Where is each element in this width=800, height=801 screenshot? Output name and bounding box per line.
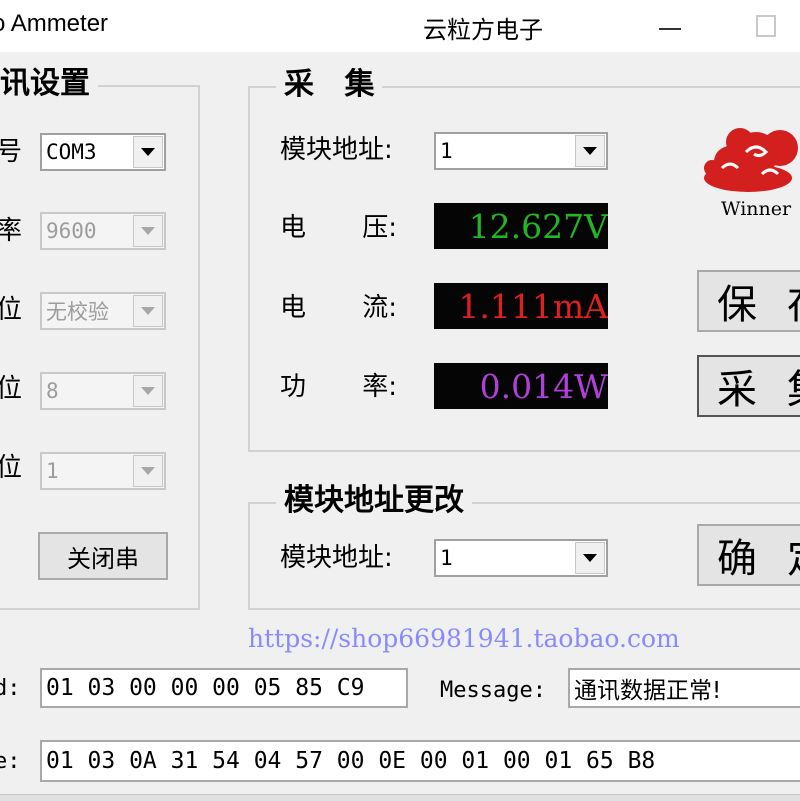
- message-label: Message:: [440, 678, 546, 703]
- collect-title: 采 集: [276, 67, 383, 103]
- baud-label: 率: [0, 216, 23, 246]
- logo-text: Winner: [721, 198, 792, 220]
- command-label: d:: [0, 676, 21, 701]
- stop-bits-value: 1: [46, 459, 59, 483]
- chevron-down-icon[interactable]: [133, 455, 163, 487]
- current-label: 电 流:: [280, 293, 398, 323]
- power-label: 功 率:: [280, 372, 398, 402]
- save-button[interactable]: 保存: [697, 270, 800, 332]
- parity-value: 无校验: [46, 300, 109, 324]
- voltage-value: 12.627V: [468, 206, 608, 246]
- data-bits-label: 位: [0, 374, 23, 404]
- confirm-button[interactable]: 确定: [697, 524, 800, 586]
- new-address-value: 1: [440, 546, 453, 570]
- power-display: 0.014W: [434, 363, 608, 409]
- close-port-button[interactable]: 关闭串: [38, 532, 168, 580]
- port-label: 号: [0, 137, 23, 167]
- collect-address-value: 1: [440, 139, 453, 163]
- chevron-down-icon[interactable]: [133, 375, 163, 407]
- port-select[interactable]: COM3: [40, 133, 166, 171]
- chevron-down-icon[interactable]: [575, 542, 605, 574]
- baud-value: 9600: [46, 219, 97, 243]
- new-address-select[interactable]: 1: [434, 539, 608, 577]
- window-title: o Ammeter: [0, 10, 109, 37]
- collect-address-select[interactable]: 1: [434, 132, 608, 170]
- response-field[interactable]: 01 03 0A 31 54 04 57 00 0E 00 01 00 01 6…: [40, 740, 800, 782]
- stop-bits-label: 位: [0, 453, 23, 483]
- parity-label: 位: [0, 295, 23, 325]
- new-address-label: 模块地址:: [280, 543, 393, 573]
- current-display: 1.111mA: [434, 283, 608, 329]
- collect-button[interactable]: 采集: [697, 355, 800, 417]
- current-value: 1.111mA: [458, 286, 608, 326]
- minimize-icon[interactable]: [655, 12, 685, 42]
- baud-select[interactable]: 9600: [40, 212, 166, 250]
- chevron-down-icon[interactable]: [133, 136, 163, 168]
- stop-bits-select[interactable]: 1: [40, 452, 166, 490]
- chevron-down-icon[interactable]: [575, 135, 605, 167]
- data-bits-select[interactable]: 8: [40, 372, 166, 410]
- voltage-display: 12.627V: [434, 203, 608, 249]
- vendor-name: 云粒方电子: [423, 16, 543, 44]
- data-bits-value: 8: [46, 379, 59, 403]
- address-change-title: 模块地址更改: [276, 483, 472, 519]
- maximize-icon[interactable]: [756, 15, 776, 37]
- chevron-down-icon[interactable]: [133, 215, 163, 247]
- command-field[interactable]: 01 03 00 00 00 05 85 C9: [40, 668, 408, 708]
- parity-select[interactable]: 无校验: [40, 292, 166, 330]
- response-label: e:: [0, 749, 21, 774]
- port-value: COM3: [46, 140, 97, 164]
- voltage-label: 电 压:: [280, 213, 398, 243]
- chevron-down-icon[interactable]: [133, 295, 163, 327]
- collect-address-label: 模块地址:: [280, 135, 393, 165]
- power-value: 0.014W: [479, 366, 608, 406]
- comm-settings-title: 讯设置: [0, 66, 98, 102]
- message-field[interactable]: 通讯数据正常!: [568, 668, 800, 708]
- cloud-logo-icon: [704, 128, 798, 192]
- shop-link[interactable]: https://shop66981941.taobao.com: [248, 624, 680, 653]
